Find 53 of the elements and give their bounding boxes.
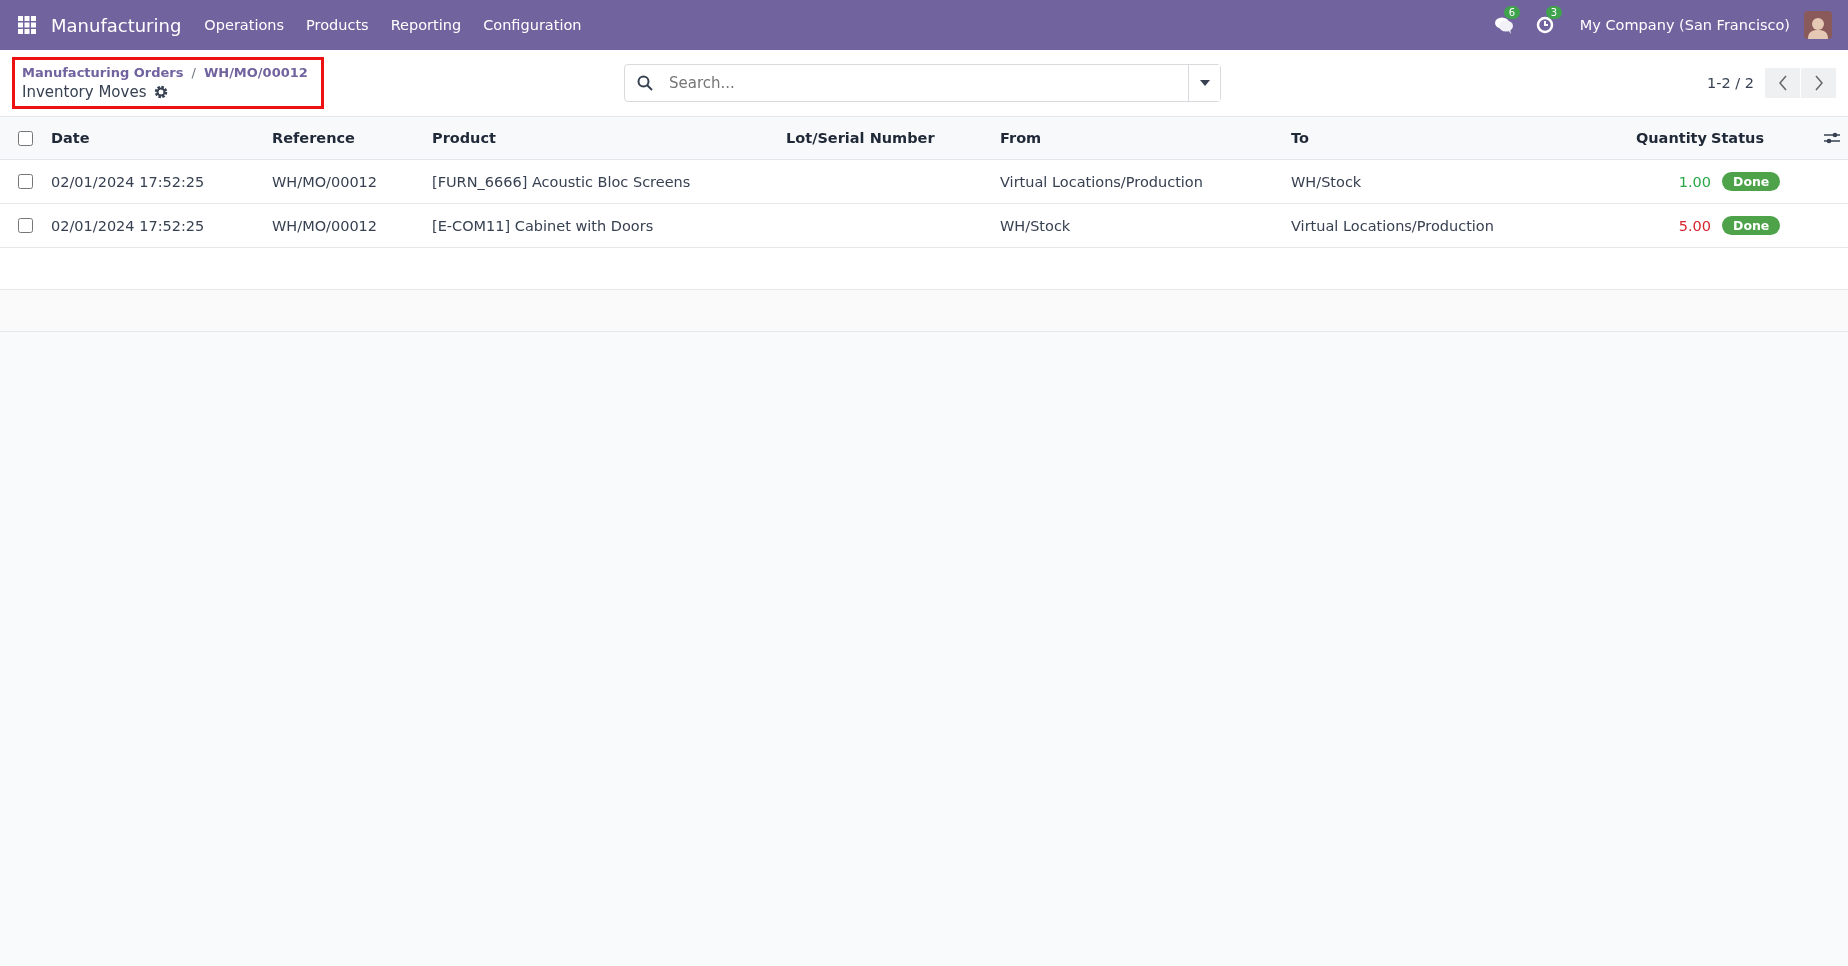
table-cell-text: WH/MO/00012 xyxy=(272,173,379,190)
table-cell-text: 02/01/2024 17:52:25 xyxy=(51,217,206,234)
table-cell-text: [FURN_6666] Acoustic Bloc Screens xyxy=(432,173,692,190)
menu-item[interactable]: Reporting xyxy=(379,17,473,33)
menu-item[interactable]: Operations xyxy=(193,17,296,33)
column-header[interactable]: Product xyxy=(432,130,786,146)
search-input[interactable]: Search... xyxy=(667,65,1188,101)
breadcrumb-link[interactable]: Manufacturing Orders xyxy=(22,65,184,80)
column-header[interactable]: Date xyxy=(51,130,272,146)
company-switcher[interactable]: My Company (San Francisco) xyxy=(1579,17,1790,33)
status-badge: Done xyxy=(1722,172,1781,191)
activity-count-badge: 3 xyxy=(1545,6,1563,19)
next-page-button[interactable] xyxy=(1801,68,1836,98)
breadcrumb-link[interactable]: WH/MO/00012 xyxy=(203,65,308,80)
optional-columns-icon[interactable] xyxy=(1824,131,1840,145)
column-header[interactable]: Status xyxy=(1711,130,1821,146)
search-icon xyxy=(637,75,653,91)
settings-icon[interactable] xyxy=(154,85,169,99)
caret-icon xyxy=(1199,80,1210,86)
status-badge: Done xyxy=(1722,216,1781,235)
message-count-badge: 6 xyxy=(1503,6,1521,19)
page-title: Inventory Moves xyxy=(22,83,147,101)
search-bar[interactable]: Search... xyxy=(624,64,1221,102)
quantity-cell-text: 1.00 xyxy=(1677,173,1711,190)
table-cell-text: WH/Stock xyxy=(1291,173,1363,190)
row-checkbox[interactable] xyxy=(18,174,33,189)
table-cell-text: Virtual Locations/Production xyxy=(1291,217,1495,234)
menu-item[interactable]: Configuration xyxy=(472,17,593,33)
table-cell-text: [E-COM11] Cabinet with Doors xyxy=(432,217,655,234)
user-avatar[interactable] xyxy=(1804,11,1832,39)
chevron-right-icon xyxy=(1813,75,1824,91)
column-header[interactable]: From xyxy=(1000,130,1291,146)
select-all-checkbox[interactable] xyxy=(18,130,33,146)
table-cell-text: WH/MO/00012 xyxy=(272,217,379,234)
table-cell-text: WH/Stock xyxy=(1000,217,1072,234)
column-header[interactable]: To xyxy=(1291,130,1582,146)
breadcrumb-separator: / xyxy=(191,65,196,80)
previous-page-button[interactable] xyxy=(1765,68,1800,98)
chat-icon[interactable] xyxy=(1493,16,1514,34)
row-checkbox[interactable] xyxy=(18,218,33,233)
pager-counter: 1-2 / 2 xyxy=(1707,75,1754,91)
column-header[interactable]: Lot/Serial Number xyxy=(786,130,1000,146)
quantity-cell-text: 5.00 xyxy=(1677,217,1711,234)
apps-grid-icon[interactable] xyxy=(18,16,36,34)
app-name[interactable]: Manufacturing xyxy=(51,14,182,36)
column-header[interactable]: Quantity xyxy=(1582,130,1711,146)
table-cell-text: 02/01/2024 17:52:25 xyxy=(51,173,206,190)
table-cell-text: Virtual Locations/Production xyxy=(1000,173,1204,190)
column-header[interactable]: Reference xyxy=(272,130,432,146)
chevron-left-icon xyxy=(1777,75,1788,91)
clock-icon[interactable] xyxy=(1535,16,1554,34)
menu-item[interactable]: Products xyxy=(295,17,380,33)
search-options-button[interactable] xyxy=(1188,65,1220,101)
